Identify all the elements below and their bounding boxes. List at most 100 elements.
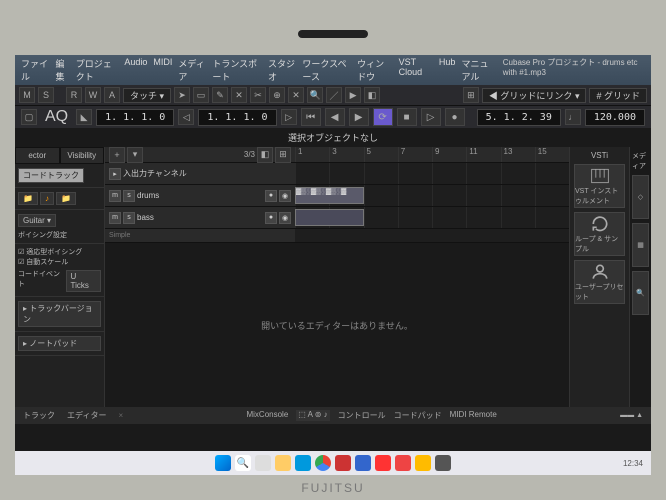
- tool-glue-icon[interactable]: ⊕: [269, 87, 285, 103]
- auto-scale-check[interactable]: ☑ 自動スケール: [18, 257, 101, 267]
- folder-toggle-icon[interactable]: ▸: [109, 168, 121, 180]
- io-channel-folder[interactable]: ▸ 入出力チャンネル: [105, 163, 295, 184]
- adaptive-voicing-check[interactable]: ☑ 適応型ボイシング: [18, 247, 101, 257]
- track-lane[interactable]: [295, 207, 569, 228]
- midiremote-tab[interactable]: MIDI Remote: [450, 410, 497, 421]
- track-name[interactable]: bass: [137, 213, 154, 222]
- user-presets-button[interactable]: ユーザープリセット: [574, 260, 625, 304]
- vst-instruments-button[interactable]: VST インストゥルメント: [574, 164, 625, 208]
- track-monitor-button[interactable]: ◉: [279, 212, 291, 224]
- search-taskbar-icon[interactable]: 🔍: [235, 455, 251, 471]
- track-mute-button[interactable]: m: [109, 212, 121, 224]
- grid-dropdown[interactable]: # グリッド: [589, 88, 647, 103]
- menu-transport[interactable]: トランスポート: [212, 57, 262, 83]
- mixconsole-tab[interactable]: MixConsole: [246, 410, 288, 421]
- menu-manual[interactable]: マニュアル: [461, 57, 496, 83]
- guitar-dropdown[interactable]: Guitar ▾: [18, 214, 56, 227]
- marker-left-icon[interactable]: ◁: [178, 109, 194, 125]
- media-tab[interactable]: メディア: [632, 151, 649, 171]
- audio-clip[interactable]: [295, 209, 364, 226]
- chord-track-label[interactable]: コードトラック: [18, 168, 84, 183]
- track-lane[interactable]: ▓▒░▓▒░▓▒░▓: [295, 185, 569, 206]
- metronome-icon[interactable]: ♩: [565, 109, 581, 125]
- zoom-indicator[interactable]: ▬▬ ▲: [620, 412, 643, 419]
- punch-in-icon[interactable]: ◣: [76, 109, 92, 125]
- tool-play-icon[interactable]: ▶: [345, 87, 361, 103]
- track-lane[interactable]: [295, 229, 569, 242]
- vsti-tab[interactable]: VSTi: [591, 151, 608, 160]
- menu-media[interactable]: メディア: [178, 57, 206, 83]
- menu-edit[interactable]: 編集: [55, 57, 69, 83]
- filter-icon[interactable]: ◧: [257, 147, 273, 163]
- app6-icon[interactable]: [435, 455, 451, 471]
- tool-zoom-icon[interactable]: 🔍: [307, 87, 323, 103]
- tool-mute-icon[interactable]: ✕: [288, 87, 304, 103]
- track-row[interactable]: m s drums ● ◉: [105, 185, 295, 206]
- menu-file[interactable]: ファイル: [21, 57, 49, 83]
- note-icon[interactable]: ♪: [40, 192, 54, 205]
- track-name[interactable]: drums: [137, 191, 159, 200]
- chrome-icon[interactable]: [315, 455, 331, 471]
- stop-button[interactable]: ■: [397, 108, 417, 126]
- snap-toggle[interactable]: ⊞: [463, 87, 479, 103]
- edge-icon[interactable]: [295, 455, 311, 471]
- folder2-icon[interactable]: 📁: [56, 192, 76, 205]
- notepad-section[interactable]: ▸ ノートパッド: [18, 336, 101, 351]
- track-version-section[interactable]: ▸ トラックバージョン: [18, 301, 101, 327]
- track-rec-button[interactable]: ●: [265, 190, 277, 202]
- rewind-button[interactable]: ◀: [325, 108, 345, 126]
- inspector-tab[interactable]: ector: [15, 147, 60, 164]
- menu-audio[interactable]: Audio: [124, 57, 147, 83]
- menu-vstcloud[interactable]: VST Cloud: [399, 57, 433, 83]
- forward-button[interactable]: ▶: [349, 108, 369, 126]
- app1-icon[interactable]: [335, 455, 351, 471]
- track-solo-button[interactable]: s: [123, 212, 135, 224]
- tertiary-time[interactable]: 5. 1. 2. 39: [477, 109, 561, 126]
- tool-split-icon[interactable]: ✂: [250, 87, 266, 103]
- config2-icon[interactable]: ⊞: [275, 147, 291, 163]
- track-row[interactable]: m s bass ● ◉: [105, 207, 295, 228]
- track-rec-button[interactable]: ●: [265, 212, 277, 224]
- constrain-icon[interactable]: ▢: [21, 109, 37, 125]
- read-button[interactable]: R: [66, 87, 82, 103]
- track-config-icon[interactable]: ▾: [127, 147, 143, 163]
- loops-button[interactable]: ループ & サンプル: [574, 212, 625, 256]
- automation-mode-dropdown[interactable]: タッチ ▾: [123, 88, 171, 103]
- tempo-display[interactable]: 120.000: [585, 109, 645, 126]
- menu-studio[interactable]: スタジオ: [268, 57, 296, 83]
- track-monitor-button[interactable]: ◉: [279, 190, 291, 202]
- primary-time[interactable]: 1. 1. 1. 0: [96, 109, 174, 126]
- app5-icon[interactable]: [415, 455, 431, 471]
- editor-tab-label[interactable]: エディター: [67, 410, 106, 421]
- menu-window[interactable]: ウィンドウ: [357, 57, 393, 83]
- snap-mode-dropdown[interactable]: ◀ グリッドにリンク ▾: [482, 88, 587, 103]
- taskview-icon[interactable]: [255, 455, 271, 471]
- audio-clip[interactable]: ▓▒░▓▒░▓▒░▓: [295, 187, 364, 204]
- cycle-button[interactable]: ⟳: [373, 108, 393, 126]
- chordpad-tab[interactable]: コードパッド: [394, 410, 442, 421]
- a-button[interactable]: A: [104, 87, 120, 103]
- mute-button[interactable]: M: [19, 87, 35, 103]
- track-lane[interactable]: [295, 163, 569, 184]
- visibility-tab[interactable]: Visibility: [60, 147, 105, 164]
- menu-midi[interactable]: MIDI: [153, 57, 172, 83]
- tool-color-icon[interactable]: ◧: [364, 87, 380, 103]
- vst-fx-button[interactable]: ◇: [632, 175, 649, 219]
- tool-erase-icon[interactable]: ✕: [231, 87, 247, 103]
- play-button[interactable]: ▷: [421, 108, 441, 126]
- app4-icon[interactable]: [395, 455, 411, 471]
- app3-icon[interactable]: [375, 455, 391, 471]
- start-button[interactable]: [215, 455, 231, 471]
- menu-workspace[interactable]: ワークスペース: [302, 57, 351, 83]
- menu-project[interactable]: プロジェクト: [76, 57, 119, 83]
- record-button[interactable]: ●: [445, 108, 465, 126]
- tool-range-icon[interactable]: ▭: [193, 87, 209, 103]
- uticks-dropdown[interactable]: U Ticks: [66, 270, 101, 292]
- track-solo-button[interactable]: s: [123, 190, 135, 202]
- solo-button[interactable]: S: [38, 87, 54, 103]
- timeline-ruler[interactable]: 1 3 5 7 9 11 13 15: [295, 147, 569, 162]
- write-button[interactable]: W: [85, 87, 101, 103]
- track-tab-label[interactable]: トラック: [23, 410, 55, 421]
- folder-icon[interactable]: 📁: [18, 192, 38, 205]
- tool-arrow-icon[interactable]: ➤: [174, 87, 190, 103]
